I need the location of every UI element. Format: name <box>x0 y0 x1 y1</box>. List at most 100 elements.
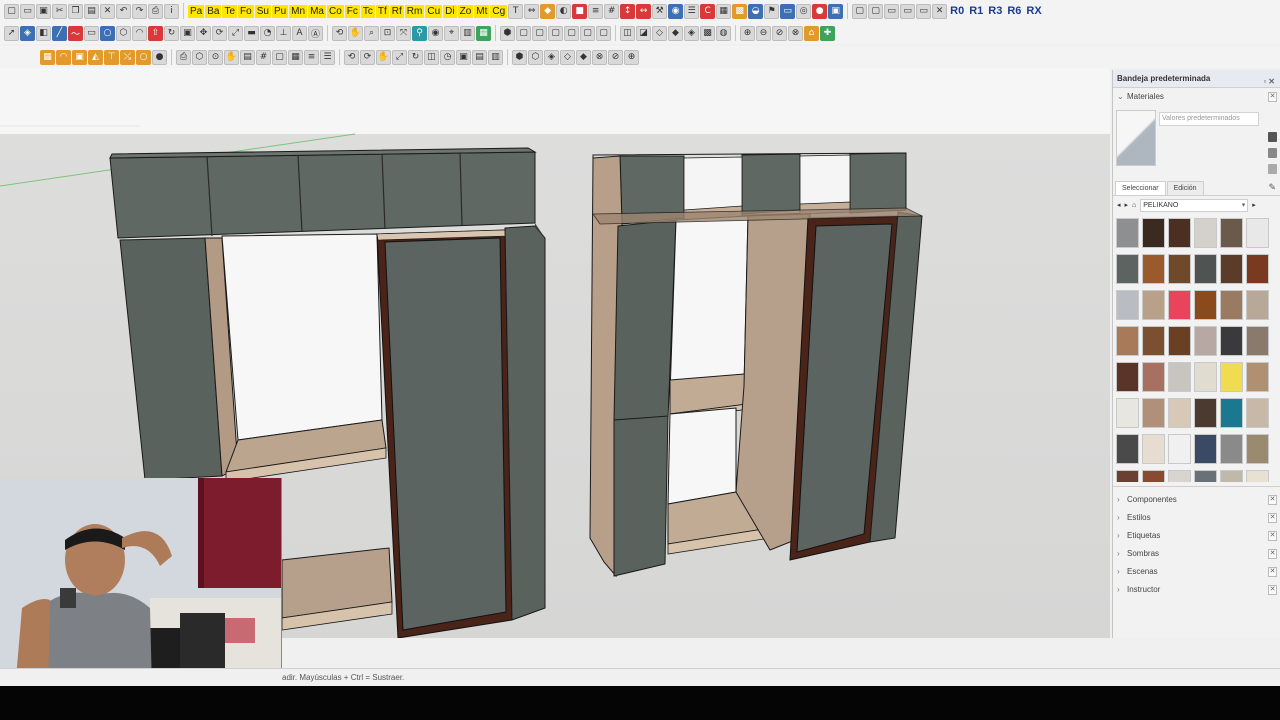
toolbar-label-15[interactable]: Di <box>443 4 457 18</box>
close-icon[interactable]: ✕ <box>1268 549 1277 559</box>
material-swatch[interactable] <box>1220 218 1243 248</box>
material-name-field[interactable]: Valores predeterminados <box>1159 112 1259 126</box>
material-swatch[interactable] <box>1194 470 1217 482</box>
material-swatch[interactable] <box>1220 254 1243 284</box>
plugin-icon[interactable]: ◆ <box>540 3 556 19</box>
offset-alt-icon[interactable]: ◫ <box>424 49 439 65</box>
camera-icon[interactable]: ◎ <box>796 3 812 19</box>
material-swatch[interactable] <box>1194 326 1217 356</box>
close-icon[interactable]: ✕ <box>1268 585 1277 595</box>
drape-icon[interactable]: ◭ <box>88 49 103 65</box>
stack-icon[interactable]: ☰ <box>320 49 335 65</box>
rotate-icon[interactable]: ⟳ <box>212 25 227 41</box>
copy-icon[interactable]: ❐ <box>68 3 83 19</box>
section-plane-icon[interactable]: ▥ <box>460 25 475 41</box>
texture-icon[interactable]: ▩ <box>732 3 748 19</box>
orbit-alt-icon[interactable]: ⟲ <box>344 49 359 65</box>
close-icon[interactable]: ✕ <box>1268 495 1277 505</box>
arc-icon[interactable]: ◠ <box>132 25 147 41</box>
toolbar-label-4[interactable]: Su <box>254 4 271 18</box>
material-swatch[interactable] <box>1220 434 1243 464</box>
toolbar-label-9[interactable]: Fc <box>344 4 360 18</box>
detail-icon[interactable]: ⊤ <box>104 49 119 65</box>
save-icon[interactable]: ▣ <box>36 3 51 19</box>
hand-alt-icon[interactable]: ✋ <box>376 49 391 65</box>
view-label-2[interactable]: R3 <box>986 5 1004 17</box>
print-icon[interactable]: ⎙ <box>148 3 163 19</box>
view-label-1[interactable]: R1 <box>967 5 985 17</box>
protractor-icon[interactable]: ◔ <box>260 25 275 41</box>
dimension-icon[interactable]: ⇔ <box>524 3 540 19</box>
text-tool-icon[interactable]: A <box>292 25 307 41</box>
solid-tool-icon[interactable]: ⬢ <box>512 49 527 65</box>
tab-edit[interactable]: Edición <box>1166 181 1204 195</box>
material-swatch[interactable] <box>1142 434 1165 464</box>
toolbar-label-13[interactable]: Rm <box>404 4 425 18</box>
view-label-3[interactable]: R6 <box>1005 5 1023 17</box>
bottom-view-icon[interactable]: ▢ <box>596 25 611 41</box>
section-scenes[interactable]: › Escenas ✕ <box>1113 563 1280 581</box>
red-plugin-icon[interactable]: ■ <box>572 3 588 19</box>
back-arrow-icon[interactable]: ◂ <box>1117 201 1121 209</box>
solid-subtract-icon[interactable]: ⊖ <box>756 25 771 41</box>
select-arrow-icon[interactable]: ➚ <box>4 25 19 41</box>
window-icon[interactable]: ▢ <box>852 3 868 19</box>
undo-icon[interactable]: ↶ <box>116 3 131 19</box>
flip-edge-icon[interactable]: ⤯ <box>120 49 135 65</box>
list-icon[interactable]: ☰ <box>684 3 700 19</box>
material-swatch[interactable] <box>1142 254 1165 284</box>
pencil-icon[interactable]: ✎ <box>1268 182 1276 193</box>
array-icon[interactable]: ▦ <box>288 49 303 65</box>
materials-section-header[interactable]: ⌄ Materiales ✕ <box>1113 88 1280 106</box>
material-swatch[interactable] <box>1194 434 1217 464</box>
window-icon[interactable]: ▭ <box>916 3 932 19</box>
toolbar-label-2[interactable]: Te <box>222 4 238 18</box>
section-icon[interactable]: ▣ <box>828 3 844 19</box>
material-swatch[interactable] <box>1194 398 1217 428</box>
material-swatch[interactable] <box>1168 290 1191 320</box>
grid-icon[interactable]: # <box>604 3 620 19</box>
toolbar-label-5[interactable]: Pu <box>271 4 289 18</box>
material-swatch[interactable] <box>1116 326 1139 356</box>
display-section-icon[interactable]: ▦ <box>476 25 491 41</box>
material-swatch[interactable] <box>1142 398 1165 428</box>
close-icon[interactable]: ✕ <box>1268 531 1277 541</box>
warehouse-icon[interactable]: ◒ <box>748 3 764 19</box>
material-swatch[interactable] <box>1116 434 1139 464</box>
view-label-0[interactable]: R0 <box>948 5 966 17</box>
material-swatch[interactable] <box>1142 362 1165 392</box>
close-icon[interactable]: ✕ <box>1268 92 1277 102</box>
toolbar-label-1[interactable]: Ba <box>205 4 222 18</box>
extension-icon[interactable]: ✚ <box>820 25 835 41</box>
material-swatch[interactable] <box>1168 470 1191 482</box>
erase-icon[interactable]: ✕ <box>100 3 115 19</box>
hand-icon[interactable]: ✋ <box>224 49 239 65</box>
scale-alt-icon[interactable]: ⤢ <box>392 49 407 65</box>
material-swatch[interactable] <box>1142 290 1165 320</box>
material-swatch[interactable] <box>1142 218 1165 248</box>
home-icon[interactable]: ⌂ <box>1132 202 1136 209</box>
material-swatch[interactable] <box>1168 326 1191 356</box>
front-view-icon[interactable]: ▢ <box>532 25 547 41</box>
material-swatch[interactable] <box>1194 362 1217 392</box>
shaded-icon[interactable]: ◈ <box>684 25 699 41</box>
solid-union-icon[interactable]: ⊕ <box>740 25 755 41</box>
toolbar-label-17[interactable]: Mt <box>474 4 490 18</box>
new-file-icon[interactable]: ▢ <box>4 3 19 19</box>
material-swatch[interactable] <box>1220 362 1243 392</box>
3d-text-icon[interactable]: Ⓐ <box>308 25 323 41</box>
c-plugin-icon[interactable]: C <box>700 3 716 19</box>
paste-icon[interactable]: ▤ <box>84 3 99 19</box>
line-icon[interactable]: ╱ <box>52 25 67 41</box>
rectangle-icon[interactable]: ▭ <box>84 25 99 41</box>
print-tool-icon[interactable]: ⎙ <box>176 49 191 65</box>
sample-paint-icon[interactable] <box>1268 148 1277 158</box>
toolbar-label-18[interactable]: Cg <box>490 4 508 18</box>
move-plugin-icon[interactable]: ↔ <box>636 3 652 19</box>
polygon-icon[interactable]: ⬡ <box>116 25 131 41</box>
material-swatch[interactable] <box>1168 434 1191 464</box>
material-swatch[interactable] <box>1220 326 1243 356</box>
solid-tool-icon[interactable]: ◈ <box>544 49 559 65</box>
toolbar-label-10[interactable]: Tc <box>360 4 375 18</box>
flag-icon[interactable]: ⚑ <box>764 3 780 19</box>
